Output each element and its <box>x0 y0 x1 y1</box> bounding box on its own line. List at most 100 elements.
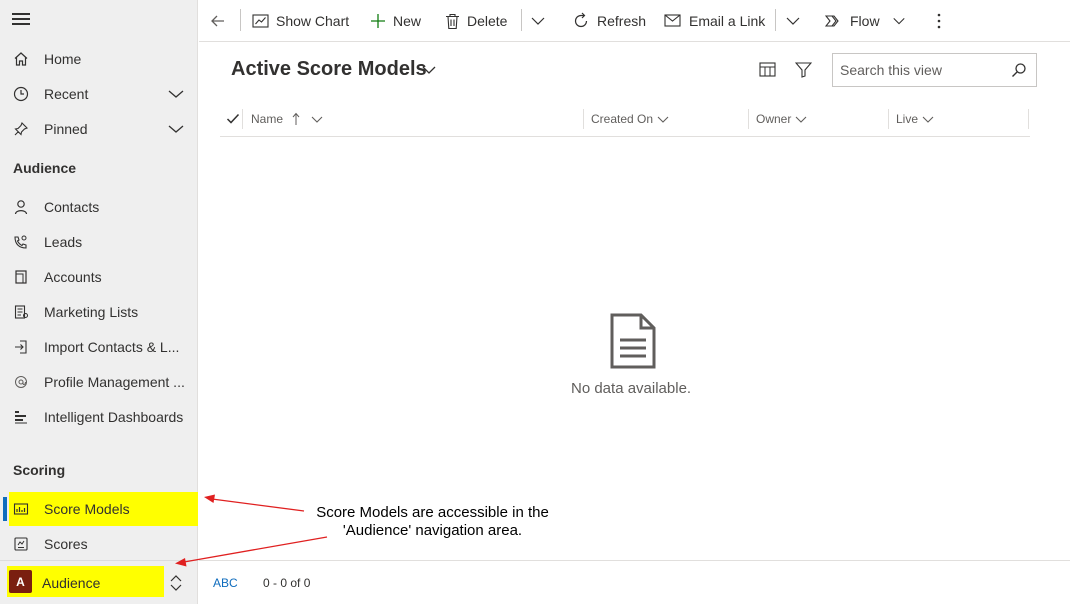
flow-icon <box>825 15 839 27</box>
column-header-owner[interactable]: Owner <box>756 100 807 137</box>
chevron-down-icon <box>531 17 545 25</box>
jump-bar-abc[interactable]: ABC <box>213 576 238 590</box>
hamburger-menu-icon[interactable] <box>12 13 30 27</box>
sidebar-item-label: Pinned <box>44 121 88 137</box>
separator <box>775 9 776 31</box>
refresh-label: Refresh <box>597 13 647 29</box>
section-header-audience: Audience <box>13 160 77 176</box>
column-header-label: Created On <box>591 111 654 126</box>
column-divider <box>583 109 584 129</box>
sidebar-item-home[interactable]: Home <box>0 42 198 76</box>
phone-person-icon <box>12 233 30 251</box>
chevron-down-icon <box>795 116 807 123</box>
plus-icon <box>371 14 385 28</box>
annotation-callout: Score Models are accessible in the 'Audi… <box>316 504 549 539</box>
flow-button[interactable]: Flow <box>825 0 913 42</box>
column-divider <box>748 109 749 129</box>
footer-divider <box>199 560 1070 561</box>
at-icon <box>12 373 30 391</box>
email-link-button[interactable]: Email a Link <box>664 0 765 42</box>
column-header-name[interactable]: Name <box>251 100 323 137</box>
empty-state-message: No data available. <box>571 380 692 397</box>
column-divider <box>1028 109 1029 129</box>
sidebar-item-score-models[interactable]: Score Models <box>0 492 198 526</box>
email-link-icon <box>664 14 681 27</box>
sidebar-item-label: Recent <box>44 86 89 102</box>
sidebar-item-label: Profile Management ... <box>44 374 185 390</box>
list-icon <box>12 303 30 321</box>
chevron-down-icon[interactable] <box>166 84 186 104</box>
more-email-options-button[interactable] <box>785 0 808 42</box>
separator <box>521 9 522 31</box>
filter-icon[interactable] <box>795 62 812 78</box>
column-divider <box>888 109 889 129</box>
scores-icon <box>12 535 30 553</box>
sidebar-item-profile-management[interactable]: Profile Management ... <box>0 365 198 399</box>
building-icon <box>12 268 30 286</box>
refresh-icon <box>574 12 588 28</box>
chevron-down-icon <box>786 17 800 25</box>
trash-icon <box>446 13 459 29</box>
chart-icon <box>252 13 269 28</box>
arrow-to-area-switcher <box>183 536 328 563</box>
area-switcher-label[interactable]: Audience <box>42 575 100 591</box>
column-divider <box>242 109 243 129</box>
command-bar: Show Chart New Delete Refresh Email a Li… <box>199 0 1070 42</box>
sort-ascending-icon <box>292 112 300 125</box>
score-model-icon <box>12 500 30 518</box>
sidebar-item-label: Intelligent Dashboards <box>44 409 184 425</box>
arrow-to-score-models <box>211 498 305 512</box>
column-header-live[interactable]: Live <box>896 100 934 137</box>
chevron-down-icon[interactable] <box>166 119 186 139</box>
show-chart-button[interactable]: Show Chart <box>252 0 349 42</box>
sidebar-item-label: Contacts <box>44 199 100 215</box>
sidebar-item-label: Import Contacts & L... <box>44 339 180 355</box>
edit-columns-icon[interactable] <box>759 61 777 79</box>
pin-icon <box>12 120 30 138</box>
email-link-label: Email a Link <box>689 13 766 29</box>
checkmark-icon <box>226 113 240 124</box>
delete-label: Delete <box>467 13 508 29</box>
person-icon <box>12 198 30 216</box>
back-button[interactable] <box>209 0 234 42</box>
chevron-down-icon <box>657 116 669 123</box>
document-icon <box>610 313 656 369</box>
sidebar-item-label: Score Models <box>44 501 130 517</box>
delete-button[interactable]: Delete <box>445 0 507 42</box>
sidebar-item-intelligent-dashboards[interactable]: Intelligent Dashboards <box>0 400 198 434</box>
view-title[interactable]: Active Score Models <box>231 58 427 81</box>
sidebar-item-label: Home <box>44 51 82 67</box>
area-badge: A <box>9 570 32 593</box>
new-label: New <box>393 13 422 29</box>
more-delete-options-button[interactable] <box>530 0 553 42</box>
sidebar-item-import-contacts[interactable]: Import Contacts & L... <box>0 330 198 364</box>
sidebar: Home Recent Pinned Audience Contacts Lea… <box>0 0 198 604</box>
search-box[interactable] <box>832 53 1037 87</box>
column-header-label: Owner <box>756 111 792 126</box>
chevron-up-down-icon[interactable] <box>168 573 184 593</box>
import-icon <box>12 338 30 356</box>
record-count: 0 - 0 of 0 <box>263 576 311 590</box>
grid-header: Name Created On Owner Live <box>220 100 1030 137</box>
sidebar-item-label: Marketing Lists <box>44 304 139 320</box>
sidebar-item-pinned[interactable]: Pinned <box>0 112 198 146</box>
sidebar-item-contacts[interactable]: Contacts <box>0 190 198 224</box>
sidebar-item-marketing-lists[interactable]: Marketing Lists <box>0 295 198 329</box>
sidebar-item-label: Scores <box>44 536 88 552</box>
clock-icon <box>12 85 30 103</box>
sidebar-item-recent[interactable]: Recent <box>0 77 198 111</box>
refresh-button[interactable]: Refresh <box>572 0 646 42</box>
sidebar-item-leads[interactable]: Leads <box>0 225 198 259</box>
column-header-label: Name <box>251 111 284 126</box>
view-selector-chevron-icon[interactable] <box>421 62 437 78</box>
new-button[interactable]: New <box>370 0 421 42</box>
chevron-down-icon <box>311 116 323 123</box>
more-commands-button[interactable] <box>936 0 949 42</box>
select-all-checkbox[interactable] <box>226 100 240 137</box>
search-icon[interactable] <box>1011 62 1027 78</box>
sidebar-item-scores[interactable]: Scores <box>0 527 198 561</box>
sidebar-item-accounts[interactable]: Accounts <box>0 260 198 294</box>
column-header-created-on[interactable]: Created On <box>591 100 669 137</box>
show-chart-label: Show Chart <box>276 13 350 29</box>
search-input[interactable] <box>840 61 1005 79</box>
